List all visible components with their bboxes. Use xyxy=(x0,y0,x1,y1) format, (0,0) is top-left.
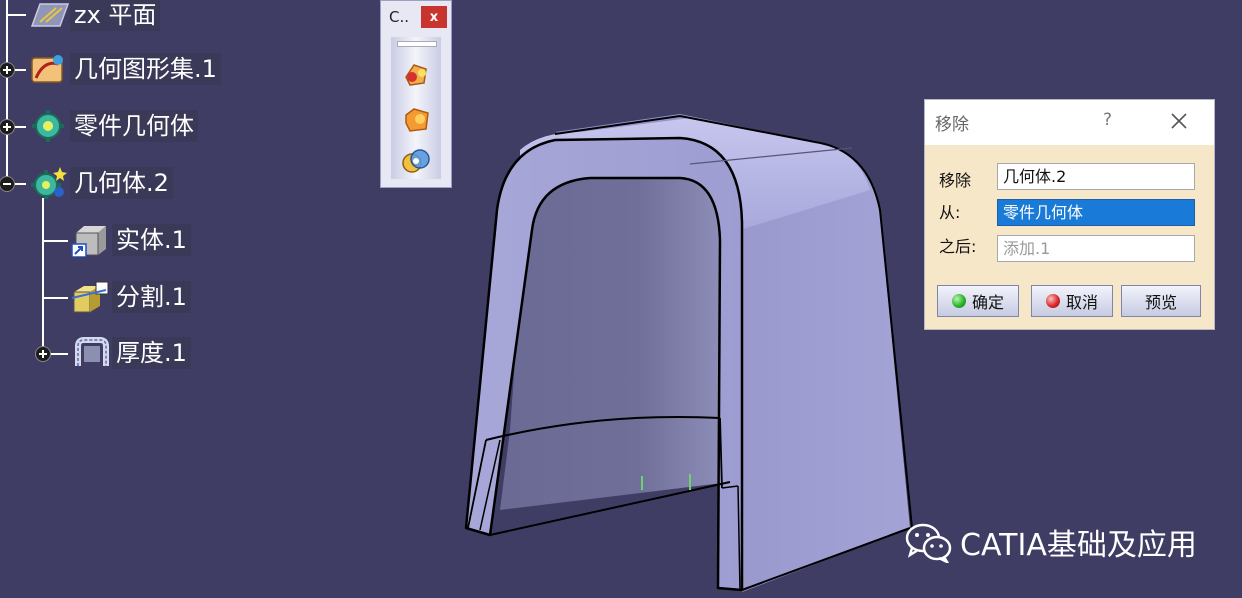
dialog-body: 移除 几何体.2 从: 零件几何体 之后: 添加.1 确定 取消 预览 xyxy=(925,145,1214,329)
after-label: 之后: xyxy=(939,237,977,256)
cancel-button[interactable]: 取消 xyxy=(1031,285,1113,317)
toolbar-body xyxy=(391,37,441,179)
toolbar-title: C.. xyxy=(389,8,410,26)
assemble-button[interactable] xyxy=(400,57,432,89)
remove-label: 移除 xyxy=(939,171,972,190)
cancel-dot-icon xyxy=(1045,294,1060,308)
toolbar-grip[interactable] xyxy=(397,41,437,47)
remove-icon xyxy=(402,149,430,173)
ok-dot-icon xyxy=(951,294,966,308)
remove-button[interactable] xyxy=(400,145,432,177)
preview-label: 预览 xyxy=(1144,293,1177,312)
preview-button[interactable]: 预览 xyxy=(1121,285,1201,317)
from-label: 从: xyxy=(939,203,961,222)
cancel-label: 取消 xyxy=(1065,293,1098,312)
add-button[interactable] xyxy=(400,103,432,135)
ok-label: 确定 xyxy=(971,293,1004,312)
add-icon xyxy=(405,108,429,132)
close-icon xyxy=(1171,113,1187,129)
watermark: CATIA基础及应用 xyxy=(904,520,1197,564)
toolbar-close-button[interactable]: x xyxy=(421,6,447,28)
watermark-text: CATIA基础及应用 xyxy=(960,528,1197,563)
dialog-close-button[interactable] xyxy=(1165,108,1193,134)
wechat-icon xyxy=(905,523,952,563)
toolbar-header: C.. x xyxy=(381,1,451,33)
remove-field[interactable]: 几何体.2 xyxy=(997,163,1195,190)
remove-dialog: 移除 ? 移除 几何体.2 从: 零件几何体 之后: 添加.1 确定 取消 预览 xyxy=(924,99,1215,330)
assemble-icon xyxy=(405,64,427,86)
insert-toolbar: C.. x xyxy=(380,0,452,188)
after-field[interactable]: 添加.1 xyxy=(997,235,1195,262)
ok-button[interactable]: 确定 xyxy=(937,285,1019,317)
dialog-help-button[interactable]: ? xyxy=(1103,110,1112,130)
from-field[interactable]: 零件几何体 xyxy=(997,199,1195,226)
dialog-title: 移除 xyxy=(935,115,969,135)
